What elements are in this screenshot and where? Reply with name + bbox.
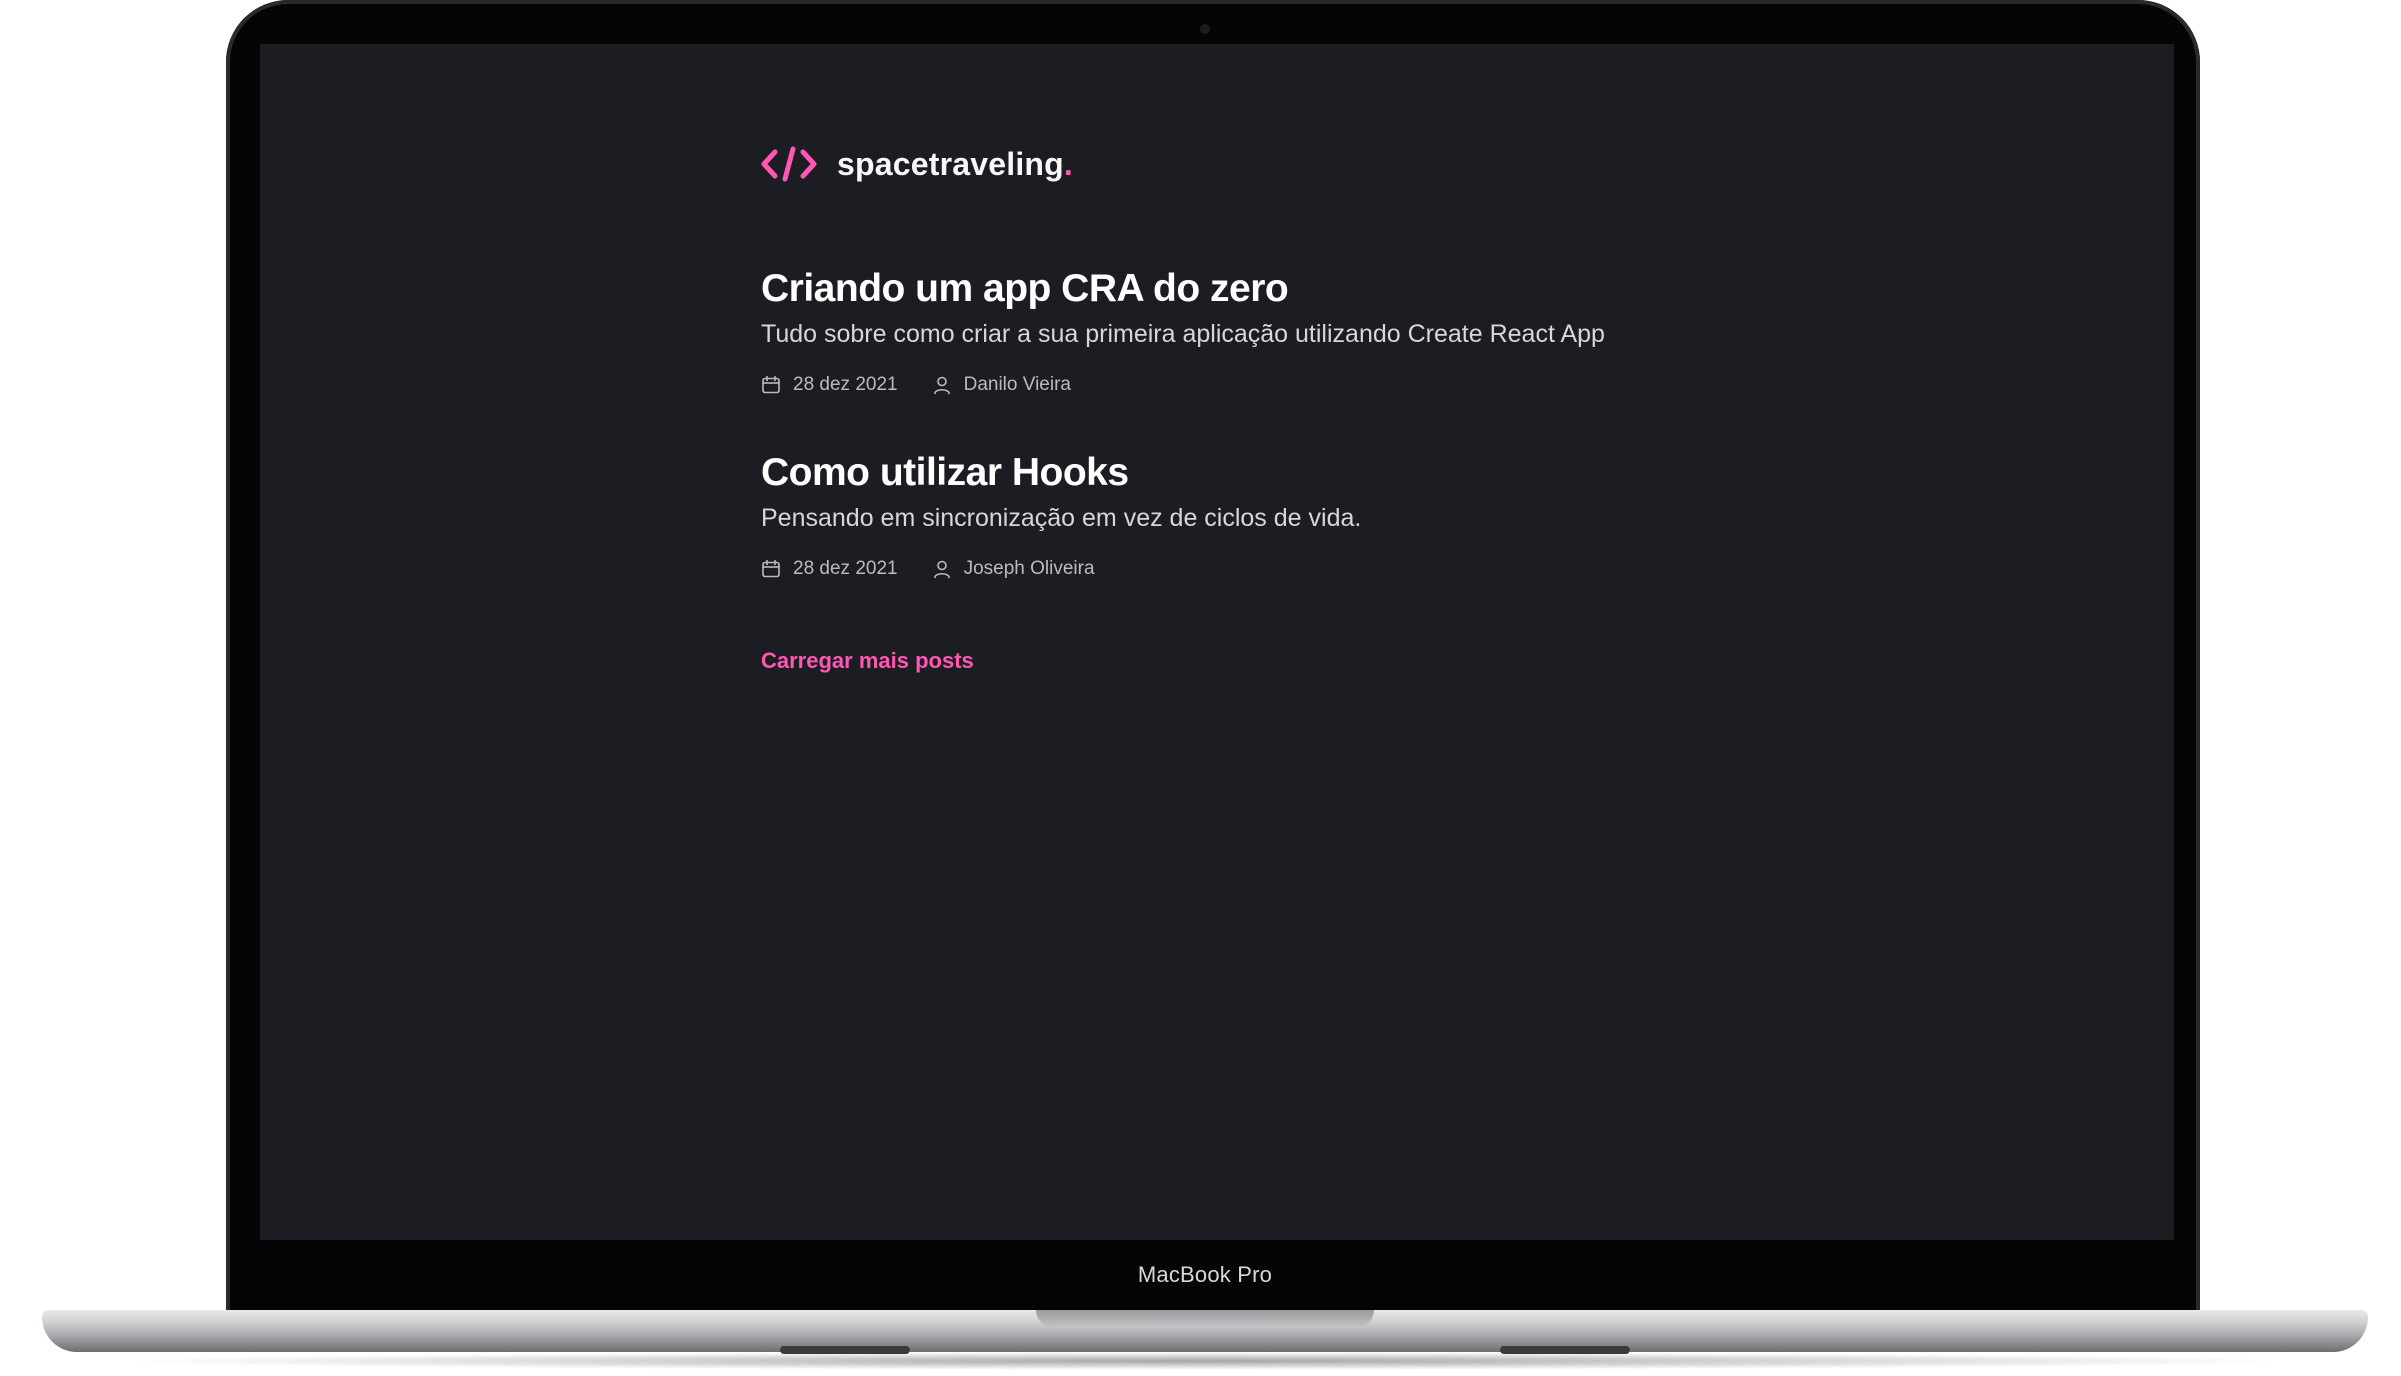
- calendar-icon: [762, 559, 780, 578]
- laptop-screen: spacetraveling. Criando um app CRA do ze…: [260, 44, 2174, 1240]
- page-content: spacetraveling. Criando um app CRA do ze…: [761, 144, 1661, 674]
- post-date-text: 28 dez 2021: [793, 374, 898, 395]
- post-author-text: Joseph Oliveira: [963, 558, 1095, 579]
- code-brackets-icon: [761, 146, 817, 182]
- camera-icon: [1200, 24, 1210, 34]
- calendar-icon: [762, 375, 780, 394]
- post-author: Danilo Vieira: [932, 374, 1071, 396]
- user-icon: [933, 560, 950, 579]
- post-list: Criando um app CRA do zero Tudo sobre co…: [761, 266, 1661, 674]
- post-author: Joseph Oliveira: [932, 558, 1095, 580]
- laptop-notch: [1036, 1310, 1374, 1328]
- post-date: 28 dez 2021: [761, 558, 898, 580]
- post-meta: 28 dez 2021 Danilo Vieira: [761, 374, 1661, 396]
- post-item[interactable]: Criando um app CRA do zero Tudo sobre co…: [761, 266, 1661, 396]
- user-icon: [933, 376, 950, 395]
- laptop-foot: [780, 1346, 910, 1354]
- post-subtitle: Tudo sobre como criar a sua primeira apl…: [761, 320, 1605, 348]
- brand-name: spacetraveling: [837, 145, 1064, 182]
- post-subtitle: Pensando em sincronização em vez de cicl…: [761, 504, 1362, 532]
- post-title[interactable]: Criando um app CRA do zero: [761, 266, 1661, 312]
- load-more-button[interactable]: Carregar mais posts: [761, 648, 974, 674]
- site-header[interactable]: spacetraveling.: [761, 144, 1661, 184]
- laptop-mockup: spacetraveling. Criando um app CRA do ze…: [0, 0, 2401, 1376]
- laptop-shadow: [110, 1352, 2300, 1370]
- post-author-text: Danilo Vieira: [963, 374, 1071, 395]
- brand-dot: .: [1063, 145, 1073, 182]
- post-item[interactable]: Como utilizar Hooks Pensando em sincroni…: [761, 450, 1661, 580]
- device-model-label: MacBook Pro: [1137, 1262, 1273, 1287]
- post-date-text: 28 dez 2021: [793, 558, 898, 579]
- laptop-foot: [1500, 1346, 1630, 1354]
- post-date: 28 dez 2021: [761, 374, 898, 396]
- post-title[interactable]: Como utilizar Hooks: [761, 450, 1661, 496]
- post-meta: 28 dez 2021 Joseph Oliveira: [761, 558, 1661, 580]
